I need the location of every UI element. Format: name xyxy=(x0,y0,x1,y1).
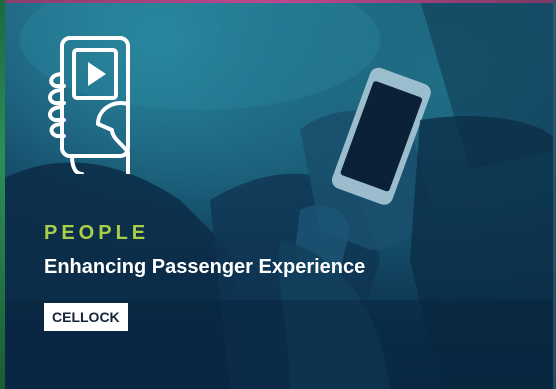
client-tag[interactable]: CELLOCK xyxy=(44,303,128,331)
top-edge xyxy=(0,0,556,3)
left-edge xyxy=(0,0,5,389)
card-headline[interactable]: Enhancing Passenger Experience xyxy=(44,256,365,279)
feature-card[interactable]: PEOPLE Enhancing Passenger Experience CE… xyxy=(0,0,556,389)
client-tag-label: CELLOCK xyxy=(52,309,120,325)
hand-holding-phone-play-icon xyxy=(48,36,130,174)
category-label: PEOPLE xyxy=(44,222,150,244)
